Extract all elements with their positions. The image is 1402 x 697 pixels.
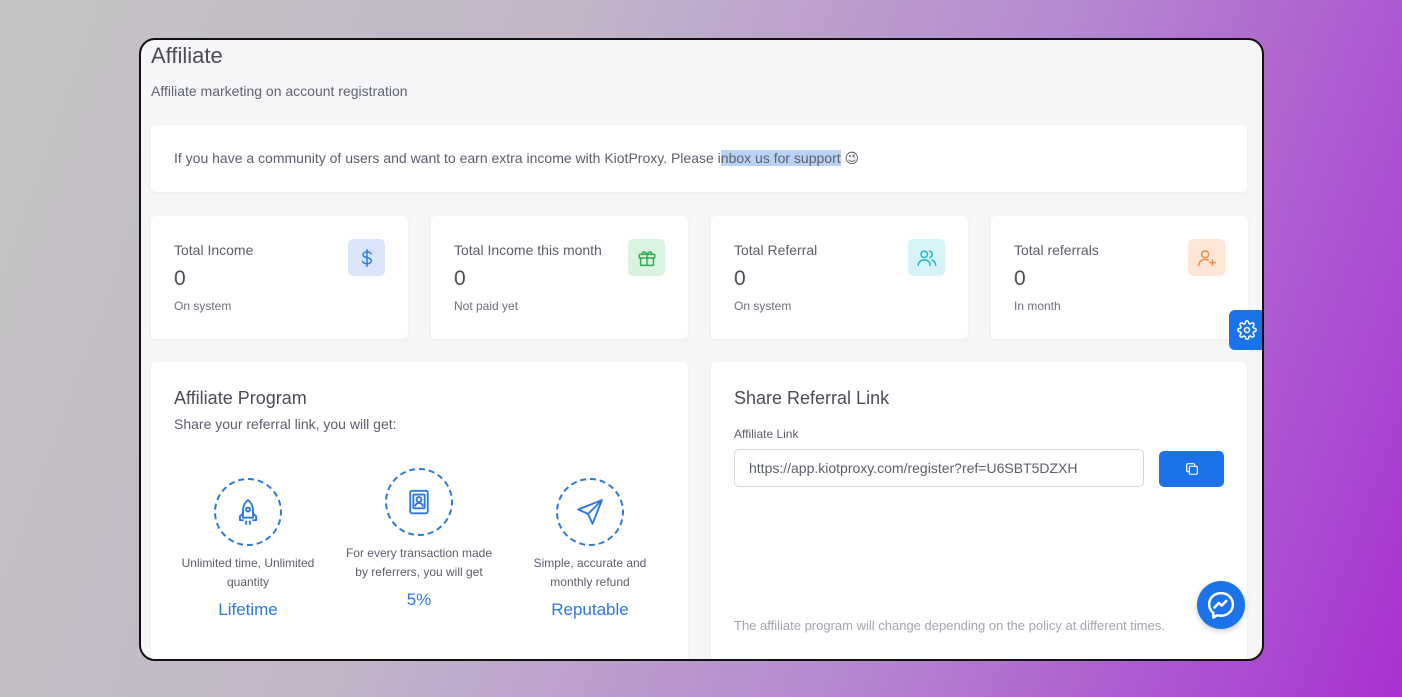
settings-button[interactable] (1229, 310, 1262, 350)
policy-note: The affiliate program will change depend… (734, 618, 1165, 633)
stat-card-referrals-in-month: Total referrals 0 In month (991, 216, 1248, 339)
messenger-icon (1207, 591, 1235, 619)
affiliate-link-label: Affiliate Link (734, 427, 799, 441)
stat-card-total-income: Total Income 0 On system (151, 216, 408, 339)
send-icon (556, 478, 624, 546)
stat-sub: Not paid yet (454, 299, 519, 313)
stat-value: 0 (454, 267, 466, 290)
affiliate-program-card: Affiliate Program Share your referral li… (151, 362, 688, 659)
feature-commission: For every transaction made by referrers,… (344, 468, 494, 610)
wink-emoji-icon: 😉 (844, 150, 860, 166)
gear-icon (1237, 320, 1257, 340)
share-referral-card: Share Referral Link Affiliate Link The a… (711, 362, 1247, 659)
stat-card-total-referral: Total Referral 0 On system (711, 216, 968, 339)
notice-highlighted-text[interactable]: nbox us for support (720, 150, 841, 166)
feature-value: Lifetime (218, 600, 278, 619)
copy-icon (1185, 463, 1198, 475)
rocket-icon (214, 478, 282, 546)
notice-text-main: If you have a community of users and wan… (174, 150, 721, 166)
id-badge-icon (385, 468, 453, 536)
stat-card-income-this-month: Total Income this month 0 Not paid yet (431, 216, 688, 339)
feature-reputable: Simple, accurate and monthly refund Repu… (515, 478, 665, 620)
feature-value: Reputable (551, 600, 629, 619)
stat-sub: On system (734, 299, 792, 313)
stat-label: Total referrals (1014, 242, 1099, 258)
dollar-icon (348, 239, 385, 276)
feature-lifetime: Unlimited time, Unlimited quantity Lifet… (173, 478, 323, 620)
affiliate-program-title: Affiliate Program (174, 388, 307, 408)
copy-link-button[interactable] (1159, 451, 1224, 487)
affiliate-program-description: Share your referral link, you will get: (174, 416, 397, 432)
gift-icon (628, 239, 665, 276)
stat-value: 0 (174, 267, 186, 290)
page-subtitle: Affiliate marketing on account registrat… (151, 83, 408, 99)
page-title: Affiliate (151, 43, 223, 68)
stat-sub: On system (174, 299, 232, 313)
notice-text: If you have a community of users and wan… (174, 150, 859, 167)
feature-value: 5% (406, 590, 432, 609)
feature-description: Unlimited time, Unlimited quantity (181, 556, 315, 589)
stat-sub: In month (1014, 299, 1061, 313)
messenger-chat-button[interactable] (1197, 581, 1245, 629)
affiliate-link-input[interactable] (734, 449, 1144, 487)
app-window: Affiliate Affiliate marketing on account… (139, 38, 1264, 661)
feature-description: Simple, accurate and monthly refund (533, 556, 647, 589)
notice-card: If you have a community of users and wan… (151, 125, 1247, 192)
stat-label: Total Income this month (454, 242, 602, 258)
stat-label: Total Referral (734, 242, 818, 258)
stat-label: Total Income (174, 242, 254, 258)
feature-description: For every transaction made by referrers,… (345, 546, 493, 579)
user-plus-icon (1188, 239, 1225, 276)
stat-value: 0 (734, 267, 746, 290)
stat-value: 0 (1014, 267, 1026, 290)
share-referral-title: Share Referral Link (734, 388, 890, 408)
users-icon (908, 239, 945, 276)
